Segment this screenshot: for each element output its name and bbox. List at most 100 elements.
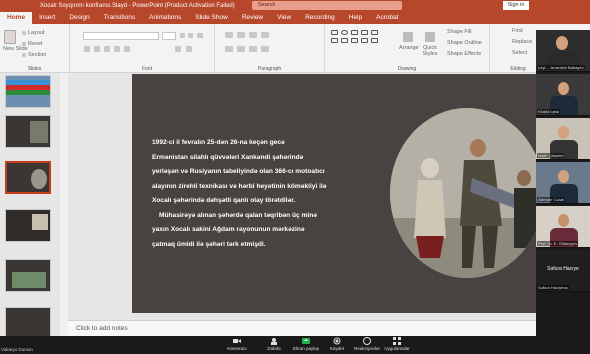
share-screen-label: Ekran paylaş	[292, 346, 319, 351]
shape-brace-icon[interactable]	[361, 38, 368, 43]
shape-fill-button[interactable]: Shape Fill	[447, 29, 471, 35]
shape-star-icon[interactable]	[341, 38, 348, 43]
zoom-toolbar: Vidoeyu Dursun Kameranı Dəbdə Ekran payl…	[0, 336, 590, 354]
ribbon-tabs: Home Insert Design Transitions Animation…	[0, 11, 590, 24]
layout-icon	[22, 31, 26, 35]
shape-rect-icon[interactable]	[331, 30, 338, 35]
historical-photo[interactable]	[390, 108, 544, 278]
quick-styles-button[interactable]: Quick Styles	[419, 45, 441, 57]
slide-body-text[interactable]: 1992-ci il fevralın 25-dən 26-na keçən g…	[140, 136, 390, 252]
tab-review[interactable]: Review	[235, 12, 270, 24]
participant-tile[interactable]: Səfura Hacıye Səfura Hacıyeva	[536, 250, 590, 292]
tab-transitions[interactable]: Transitions	[97, 12, 143, 24]
tab-insert[interactable]: Insert	[32, 12, 62, 24]
slide-text-line: çatmaq ümidi ilə şəhəri tərk etmişdi.	[152, 240, 266, 248]
record-button[interactable]: Kaydet	[322, 337, 352, 351]
search-box[interactable]: Search	[252, 1, 402, 10]
participant-tile[interactable]: Nadir Qhazimi	[536, 118, 590, 160]
camera-label: Kameranı	[227, 346, 247, 351]
tab-slide-show[interactable]: Slide Show	[188, 12, 235, 24]
arrange-icon[interactable]	[403, 32, 413, 42]
camera-button[interactable]: Kameranı	[222, 337, 252, 351]
tab-animations[interactable]: Animations	[142, 12, 188, 24]
shape-triangle-icon[interactable]	[361, 30, 368, 35]
italic-icon[interactable]	[94, 46, 100, 52]
highlight-icon[interactable]	[175, 46, 181, 52]
slide-text-line: Ermənistan silahlı qüvvələri Xankəndi şə…	[152, 153, 304, 161]
clear-format-icon[interactable]	[197, 33, 203, 38]
decrease-indent-icon[interactable]	[249, 32, 257, 38]
participant-tile[interactable]: Allender Cələb	[536, 162, 590, 204]
participant-name: Nadir Qhazimi	[537, 153, 565, 158]
replace-button[interactable]: Replace	[512, 39, 532, 45]
shape-oval-icon[interactable]	[341, 30, 348, 35]
align-left-icon[interactable]	[225, 46, 233, 52]
font-family-select[interactable]	[83, 32, 159, 40]
participant-caption: Səfura Hacıye	[547, 266, 579, 272]
participant-tile[interactable]: Khalid Iqbal	[536, 74, 590, 116]
presenter-label: Vidoeyu Dursun	[1, 347, 33, 352]
strikethrough-icon[interactable]	[114, 46, 120, 52]
shape-line-icon[interactable]	[331, 38, 338, 43]
shape-arrow-icon[interactable]	[371, 30, 378, 35]
participant-name: Khalid Iqbal	[537, 109, 560, 114]
participants-button[interactable]: Dəbdə	[259, 337, 289, 351]
avatar	[558, 82, 569, 95]
participant-tile[interactable]: Prof. Dr. E. Gülseyyev	[536, 206, 590, 248]
select-button[interactable]: Select	[512, 50, 527, 56]
layout-button[interactable]: Layout	[28, 30, 45, 36]
slide-thumbnail[interactable]	[5, 259, 51, 292]
notes-pane[interactable]: Click to add notes	[68, 320, 536, 336]
new-slide-icon[interactable]	[4, 30, 16, 44]
slide-thumbnail[interactable]	[5, 307, 51, 336]
slide-thumbnail[interactable]	[5, 115, 51, 148]
arrange-button[interactable]: Arrange	[399, 45, 419, 51]
align-right-icon[interactable]	[249, 46, 257, 52]
increase-indent-icon[interactable]	[261, 32, 269, 38]
underline-icon[interactable]	[104, 46, 110, 52]
quick-styles-icon[interactable]	[425, 32, 435, 42]
reactions-button[interactable]: Reaksiyonlar	[352, 337, 382, 351]
justify-icon[interactable]	[261, 46, 269, 52]
section-icon	[22, 53, 26, 57]
shrink-font-icon[interactable]	[188, 33, 193, 38]
font-color-icon[interactable]	[186, 46, 192, 52]
shape-more-icon[interactable]	[371, 38, 378, 43]
sign-in-button[interactable]: Sign in	[503, 1, 529, 10]
reset-button[interactable]: Reset	[28, 41, 42, 47]
participant-name: Səfura Hacıyeva	[537, 285, 569, 290]
shape-callout-icon[interactable]	[351, 38, 358, 43]
tab-recording[interactable]: Recording	[298, 12, 342, 24]
share-screen-button[interactable]: Ekran paylaş	[291, 337, 321, 351]
bold-icon[interactable]	[84, 46, 90, 52]
slide-thumbnail[interactable]	[5, 209, 51, 242]
new-slide-button[interactable]: New Slide	[3, 46, 28, 52]
thumbnail-scrollbar[interactable]	[60, 73, 68, 336]
current-slide[interactable]: 1992-ci il fevralın 25-dən 26-na keçən g…	[132, 74, 554, 313]
slide-text-line: yaxın Xocalı sakini Ağdam rayonunun mərk…	[152, 226, 305, 233]
participant-tile[interactable]: Leyl... Jevanshir Babayev	[536, 30, 590, 72]
tab-view[interactable]: View	[270, 12, 298, 24]
slide-thumbnail[interactable]	[5, 75, 51, 108]
shape-effects-button[interactable]: Shape Effects	[447, 51, 481, 57]
record-label: Kaydet	[329, 346, 344, 351]
tab-acrobat[interactable]: Acrobat	[369, 12, 405, 24]
shape-outline-button[interactable]: Shape Outline	[447, 40, 482, 46]
find-button[interactable]: Find	[512, 28, 523, 34]
bullets-icon[interactable]	[225, 32, 233, 38]
tab-design[interactable]: Design	[62, 12, 96, 24]
grow-font-icon[interactable]	[180, 33, 185, 38]
avatar	[556, 36, 568, 50]
title-bar: Xocalı Soyqırımı konfransı.Slayd - Power…	[0, 0, 590, 11]
slides-group: New Slide Layout Reset Section Slides	[0, 24, 70, 73]
align-center-icon[interactable]	[237, 46, 245, 52]
section-button[interactable]: Section	[28, 52, 46, 58]
slide-thumbnail-active[interactable]	[5, 161, 51, 194]
font-size-select[interactable]	[162, 32, 176, 40]
tab-home[interactable]: Home	[0, 12, 33, 24]
apps-button[interactable]: Uygulamalar	[382, 337, 412, 351]
shadow-icon[interactable]	[124, 46, 130, 52]
shape-rounded-icon[interactable]	[351, 30, 358, 35]
numbering-icon[interactable]	[237, 32, 245, 38]
tab-help[interactable]: Help	[342, 12, 369, 24]
